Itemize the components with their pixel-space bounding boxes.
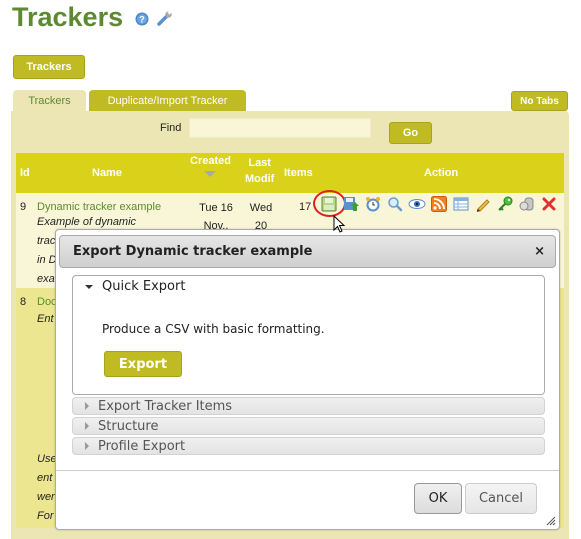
cancel-button[interactable]: Cancel bbox=[465, 483, 537, 514]
trackers-button[interactable]: Trackers bbox=[13, 55, 85, 79]
no-tabs-button[interactable]: No Tabs bbox=[511, 91, 568, 111]
sort-desc-icon bbox=[204, 171, 217, 177]
col-last-modif-line2: Modif bbox=[245, 173, 275, 185]
tracker-description-bottom: Use ent wer For bbox=[37, 450, 57, 526]
export-icon[interactable] bbox=[313, 190, 346, 217]
key-icon[interactable] bbox=[496, 195, 514, 213]
tab-duplicate-import-tracker[interactable]: Duplicate/Import Tracker bbox=[89, 90, 246, 111]
find-input[interactable] bbox=[189, 118, 371, 138]
search-icon[interactable] bbox=[386, 195, 404, 213]
accordion-label: Export Tracker Items bbox=[98, 398, 233, 414]
col-created-label: Created bbox=[190, 155, 231, 167]
col-last-modif[interactable]: Last Modif bbox=[245, 155, 274, 187]
close-icon[interactable]: × bbox=[534, 244, 545, 259]
col-name[interactable]: Name bbox=[92, 165, 122, 181]
desc-line: wer bbox=[37, 491, 55, 503]
desc-line: ent bbox=[37, 472, 53, 484]
export-dialog: Export Dynamic tracker example × Quick E… bbox=[55, 229, 560, 530]
desc-line: Use bbox=[37, 453, 57, 465]
trash-icon[interactable] bbox=[518, 195, 536, 213]
pencil-icon[interactable] bbox=[474, 195, 492, 213]
export-button[interactable]: Export bbox=[104, 351, 182, 377]
delete-icon[interactable] bbox=[540, 195, 558, 213]
accordion-profile-export[interactable]: Profile Export bbox=[72, 437, 545, 455]
mouse-cursor-icon bbox=[333, 215, 346, 233]
go-button[interactable]: Go bbox=[389, 122, 432, 144]
table-icon[interactable] bbox=[452, 195, 470, 213]
wrench-icon[interactable] bbox=[157, 2, 173, 33]
svg-text:?: ? bbox=[139, 15, 145, 25]
desc-line: Ent bbox=[37, 313, 54, 325]
tracker-description: Ent bbox=[37, 310, 54, 329]
clock-icon[interactable] bbox=[364, 195, 382, 213]
col-id[interactable]: Id bbox=[20, 165, 30, 181]
last-modif-line1: Wed bbox=[249, 202, 273, 214]
action-icons bbox=[313, 190, 558, 217]
triangle-right-icon bbox=[85, 422, 89, 430]
accordion-quick-export: Quick Export Produce a CSV with basic fo… bbox=[72, 275, 545, 395]
dialog-titlebar[interactable]: Export Dynamic tracker example × bbox=[59, 235, 556, 268]
accordion-label: Structure bbox=[98, 418, 159, 434]
row-id: 8 bbox=[20, 296, 27, 308]
eye-icon[interactable] bbox=[408, 195, 426, 213]
accordion-export-tracker-items[interactable]: Export Tracker Items bbox=[72, 397, 545, 415]
col-items[interactable]: Items bbox=[284, 165, 313, 181]
quick-export-description: Produce a CSV with basic formatting. bbox=[102, 322, 325, 336]
dialog-title: Export Dynamic tracker example bbox=[73, 244, 313, 259]
triangle-down-icon bbox=[85, 284, 93, 289]
help-icon[interactable]: ? bbox=[135, 2, 149, 33]
accordion-structure[interactable]: Structure bbox=[72, 417, 545, 435]
resize-grip-icon[interactable] bbox=[546, 516, 556, 526]
row-id: 9 bbox=[20, 201, 27, 213]
dialog-divider bbox=[56, 470, 559, 471]
item-count: 17 bbox=[299, 201, 312, 213]
tab-trackers[interactable]: Trackers bbox=[13, 90, 86, 111]
accordion-label: Profile Export bbox=[98, 438, 186, 454]
import-icon[interactable] bbox=[342, 195, 360, 213]
desc-line: For bbox=[37, 510, 54, 522]
tracker-name-link[interactable]: Doc bbox=[37, 294, 57, 310]
triangle-right-icon bbox=[85, 442, 89, 450]
col-created[interactable]: Created bbox=[190, 153, 231, 177]
col-action: Action bbox=[424, 167, 459, 179]
ok-button[interactable]: OK bbox=[414, 483, 462, 514]
accordion-label: Quick Export bbox=[102, 279, 186, 294]
table-header: Id Name Created Last Modif Items Action bbox=[16, 153, 564, 193]
find-label: Find bbox=[160, 122, 182, 134]
page-title-text: Trackers bbox=[12, 2, 124, 32]
created-line1: Tue 16 bbox=[199, 202, 233, 214]
accordion-header-quick-export[interactable]: Quick Export bbox=[85, 279, 185, 294]
page-title: Trackers ? bbox=[12, 2, 173, 33]
col-last-modif-line1: Last bbox=[248, 157, 271, 169]
find-row: Find Go bbox=[11, 117, 569, 144]
triangle-right-icon bbox=[85, 402, 89, 410]
rss-icon[interactable] bbox=[430, 195, 448, 213]
